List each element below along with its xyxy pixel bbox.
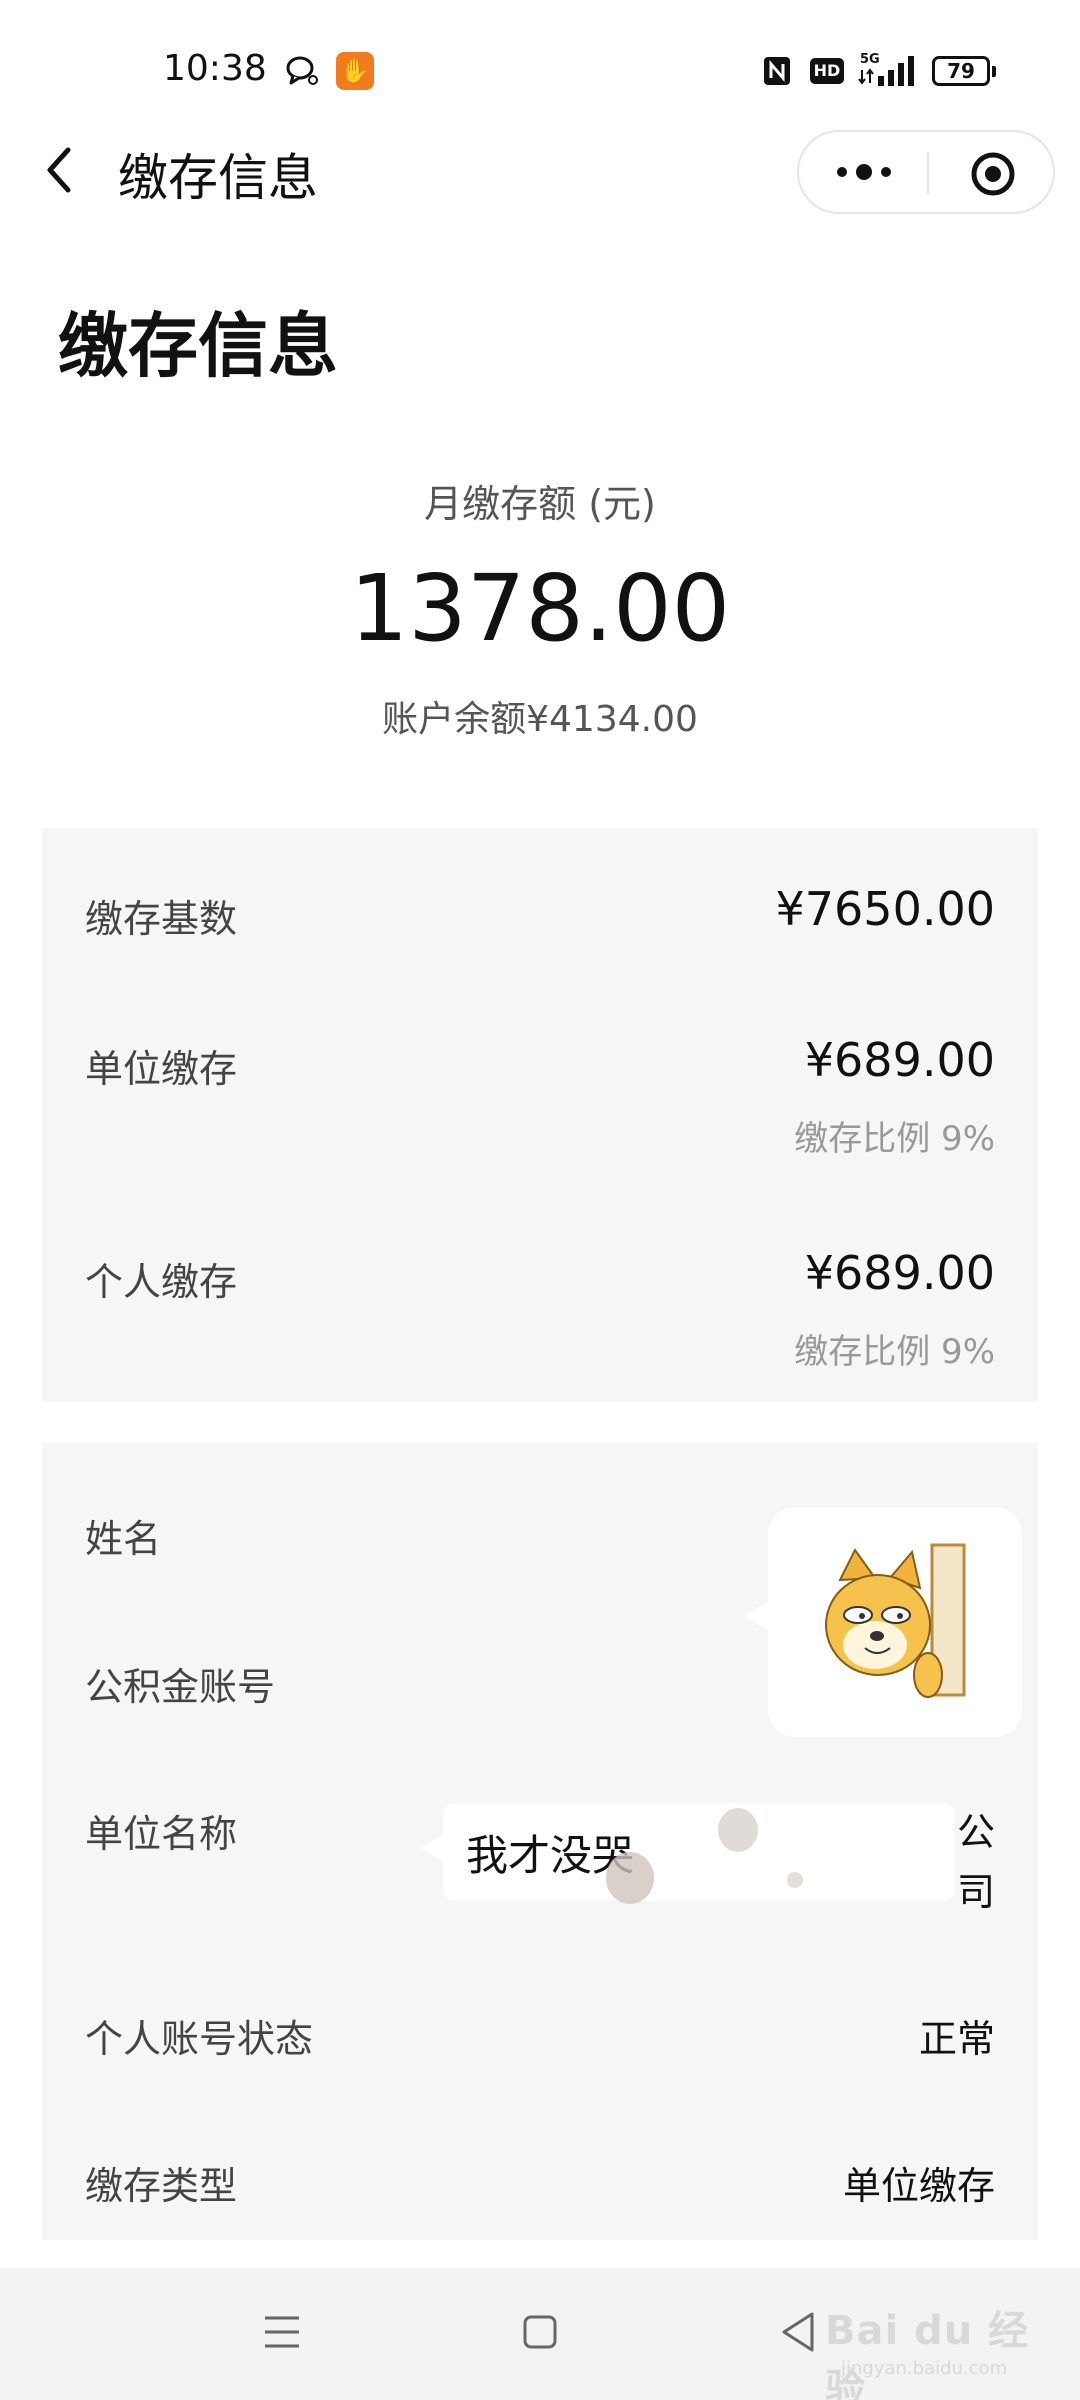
text-bubble-tail (420, 1834, 444, 1862)
svg-text:5G: 5G (860, 52, 880, 67)
tear-drops-icon (606, 1808, 803, 1904)
fund-contribution-page: 10:38 ✋ HD 5G 79 缴存信息 缴存信息 月缴存额 (元) 1378… (0, 0, 1080, 2400)
base-value: ¥7650.00 (775, 882, 996, 936)
baidu-watermark: Bai du 经验 jingyan.baidu.com (825, 2288, 1035, 2400)
monthly-contribution-label: 月缴存额 (元) (424, 482, 656, 526)
base-label: 缴存基数 (85, 897, 238, 941)
contribution-type-value: 单位缴存 (842, 2164, 995, 2208)
employer-name-label: 单位名称 (85, 1812, 238, 1856)
name-label: 姓名 (85, 1517, 162, 1561)
fund-account-label: 公积金账号 (85, 1665, 276, 1709)
watermark-text: Bai du 经验 (825, 2308, 1030, 2400)
employer-name-char-2: 司 (956, 1870, 995, 1914)
chevron-left-icon[interactable] (38, 140, 82, 200)
battery-icon: 79 (932, 56, 996, 86)
app-notification-icon: ✋ (336, 52, 374, 90)
watermark-url: jingyan.baidu.com (841, 2358, 1008, 2379)
more-dots-icon[interactable] (829, 150, 899, 194)
contribution-type-label: 缴存类型 (85, 2164, 238, 2208)
contribution-card: 缴存基数 ¥7650.00 单位缴存 ¥689.00 缴存比例 9% 个人缴存 … (42, 828, 1038, 1402)
menu-lines-icon[interactable] (263, 2312, 301, 2352)
account-balance: 账户余额¥4134.00 (382, 699, 698, 740)
target-close-icon[interactable] (969, 150, 1017, 198)
personal-contribution-value: ¥689.00 (804, 1246, 995, 1300)
employer-contribution-value: ¥689.00 (804, 1033, 995, 1087)
nfc-icon (764, 57, 790, 85)
square-home-icon[interactable] (522, 2314, 558, 2350)
monthly-contribution-amount: 1378.00 (349, 555, 731, 662)
nav-title: 缴存信息 (118, 149, 318, 207)
hd-icon: HD (810, 58, 844, 84)
status-bar: 10:38 ✋ HD 5G 79 (0, 0, 1080, 130)
account-status-label: 个人账号状态 (85, 2017, 314, 2061)
personal-contribution-ratio: 缴存比例 9% (794, 1332, 995, 1372)
status-time: 10:38 (163, 48, 267, 89)
account-status-value: 正常 (918, 2017, 995, 2061)
peeking-dog-sticker-icon (825, 1543, 966, 1698)
employer-contribution-label: 单位缴存 (85, 1047, 238, 1091)
capsule-divider (927, 152, 929, 194)
5g-signal-icon: 5G (858, 52, 914, 86)
personal-contribution-label: 个人缴存 (85, 1260, 238, 1304)
chat-icon (286, 56, 318, 85)
employer-name-char-1: 公 (956, 1810, 995, 1854)
page-title: 缴存信息 (58, 305, 338, 387)
sticker-bubble-tail (744, 1600, 770, 1632)
mini-program-capsule (797, 130, 1055, 214)
employer-contribution-ratio: 缴存比例 9% (794, 1119, 995, 1159)
triangle-back-icon[interactable] (780, 2310, 816, 2354)
